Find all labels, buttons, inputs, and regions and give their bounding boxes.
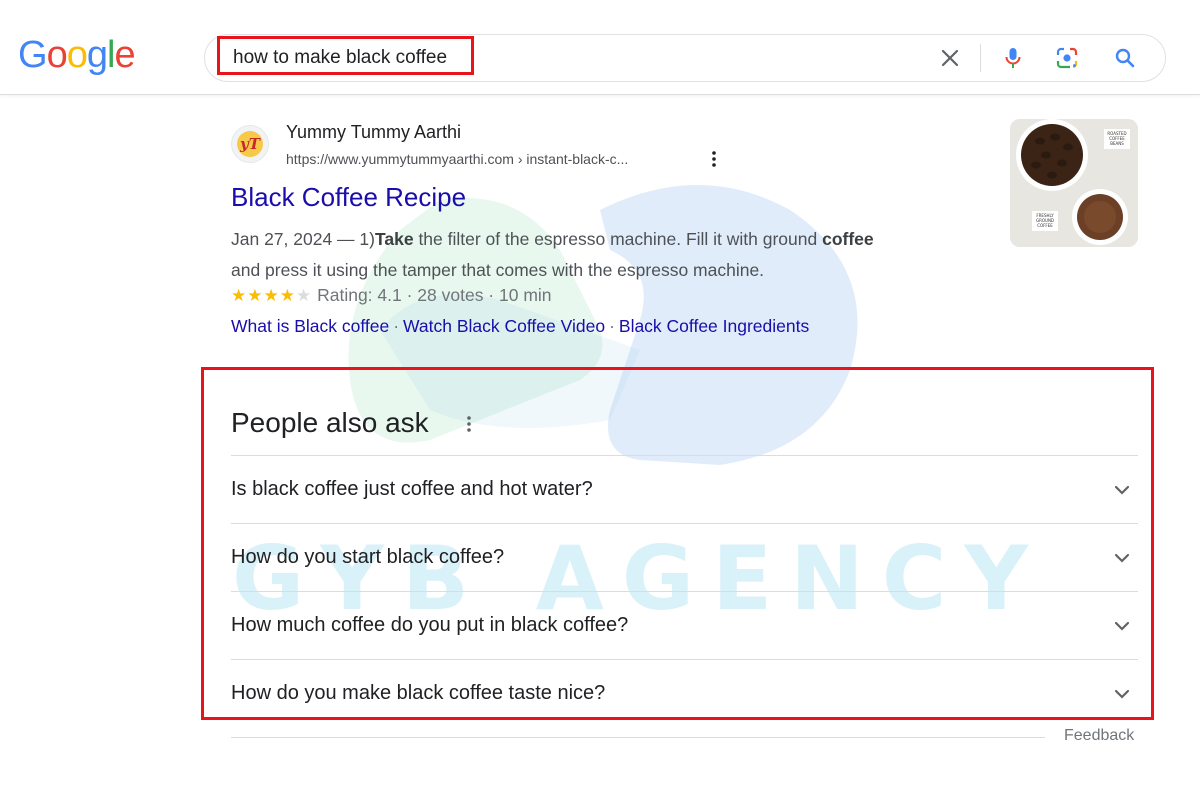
logo-letter: G <box>18 34 48 76</box>
logo-letter: o <box>66 34 88 76</box>
sitelink[interactable]: Watch Black Coffee Video <box>403 316 605 336</box>
snippet-bold: Take <box>374 229 414 249</box>
chevron-down-icon[interactable] <box>1112 684 1132 704</box>
rating-row: ★★★★★ Rating: 4.1 · 28 votes · 10 min <box>231 285 552 306</box>
microphone-icon[interactable] <box>1001 46 1025 70</box>
logo-letter: o <box>46 34 68 76</box>
site-favicon[interactable]: yT <box>231 125 269 163</box>
header-bar: Google how to make black coffee <box>0 0 1200 95</box>
search-box[interactable]: how to make black coffee <box>204 34 1166 82</box>
chevron-down-icon[interactable] <box>1112 480 1132 500</box>
star-rating: ★★★★★ <box>231 286 313 305</box>
snippet-date: Jan 27, 2024 — 1) <box>231 229 375 249</box>
paa-question-text: How much coffee do you put in black coff… <box>231 614 629 636</box>
result-snippet: Jan 27, 2024 — 1)Take the filter of the … <box>231 224 971 286</box>
camera-lens-icon[interactable] <box>1055 46 1079 70</box>
logo-letter: l <box>106 34 116 76</box>
sitelink-separator: · <box>609 316 615 336</box>
more-options-icon[interactable] <box>463 413 475 435</box>
site-name[interactable]: Yummy Tummy Aarthi <box>286 122 461 143</box>
search-input[interactable]: how to make black coffee <box>233 47 447 69</box>
chevron-down-icon[interactable] <box>1112 616 1132 636</box>
people-also-ask-heading: People also ask <box>231 407 429 438</box>
search-icon[interactable] <box>1113 46 1137 70</box>
paa-question[interactable]: How do you start black coffee? <box>231 523 1138 591</box>
people-also-ask-list: Is black coffee just coffee and hot wate… <box>231 455 1138 727</box>
close-icon[interactable] <box>938 46 962 70</box>
logo-letter: e <box>114 34 135 76</box>
paa-question[interactable]: Is black coffee just coffee and hot wate… <box>231 455 1138 523</box>
favicon-logo: yT <box>237 131 263 157</box>
sitelink[interactable]: Black Coffee Ingredients <box>619 316 809 336</box>
result-title-link[interactable]: Black Coffee Recipe <box>231 182 466 213</box>
feedback-divider <box>231 737 1045 738</box>
snippet-text: and press it using the tamper that comes… <box>231 260 765 280</box>
sitelink[interactable]: What is Black coffee <box>231 316 389 336</box>
site-url[interactable]: https://www.yummytummyaarthi.com › insta… <box>286 151 628 167</box>
more-options-icon[interactable] <box>708 149 720 169</box>
rating-text: Rating: 4.1 · 28 votes · 10 min <box>317 285 552 305</box>
logo-letter: g <box>86 34 108 76</box>
sitelinks: What is Black coffee · Watch Black Coffee … <box>231 316 809 337</box>
paa-question[interactable]: How much coffee do you put in black coff… <box>231 591 1138 659</box>
paa-question-text: How do you start black coffee? <box>231 546 505 568</box>
coffee-image: ROASTED COFFEE BEANS FRESHLY GROUND COFF… <box>1010 119 1138 247</box>
thumb-label: BEANS <box>1110 141 1124 146</box>
search-divider <box>980 44 981 72</box>
snippet-bold: coffee <box>822 229 874 249</box>
snippet-text: the filter of the espresso machine. Fill… <box>413 229 823 249</box>
thumb-label: COFFEE <box>1037 223 1053 228</box>
paa-question[interactable]: How do you make black coffee taste nice? <box>231 659 1138 727</box>
search-results-page: Google how to make black coffee GYB AGEN… <box>0 0 1200 800</box>
paa-question-text: How do you make black coffee taste nice? <box>231 682 606 704</box>
feedback-link[interactable]: Feedback <box>1064 727 1134 745</box>
google-logo[interactable]: Google <box>18 34 136 76</box>
sitelink-separator: · <box>393 316 400 336</box>
paa-question-text: Is black coffee just coffee and hot wate… <box>231 478 593 500</box>
result-thumbnail[interactable]: ROASTED COFFEE BEANS FRESHLY GROUND COFF… <box>1010 119 1138 247</box>
chevron-down-icon[interactable] <box>1112 548 1132 568</box>
